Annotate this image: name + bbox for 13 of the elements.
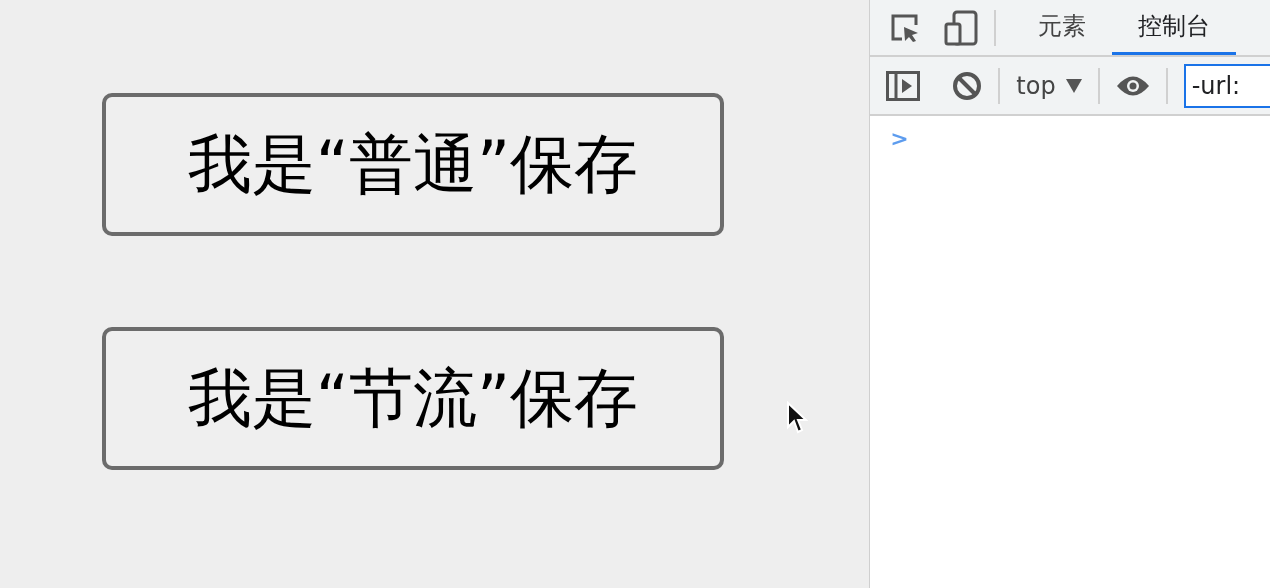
save-button[interactable]: 我是“节流”保存: [102, 327, 724, 470]
eye-icon[interactable]: [1115, 74, 1150, 97]
inspect-icon[interactable]: [890, 12, 921, 43]
context-selector[interactable]: top: [1016, 71, 1082, 100]
sidebar-toggle-icon[interactable]: [886, 70, 921, 101]
clear-icon[interactable]: [952, 70, 983, 101]
filter-field[interactable]: -url:: [1183, 63, 1270, 108]
save-button[interactable]: 我是“普通”保存: [102, 93, 724, 236]
mouse-cursor-icon: [786, 401, 808, 435]
caret-icon: [1065, 78, 1082, 93]
devtools-tab[interactable]: 元素: [1012, 0, 1113, 55]
console-prompt: >: [890, 126, 910, 151]
device-icon[interactable]: [944, 9, 979, 46]
